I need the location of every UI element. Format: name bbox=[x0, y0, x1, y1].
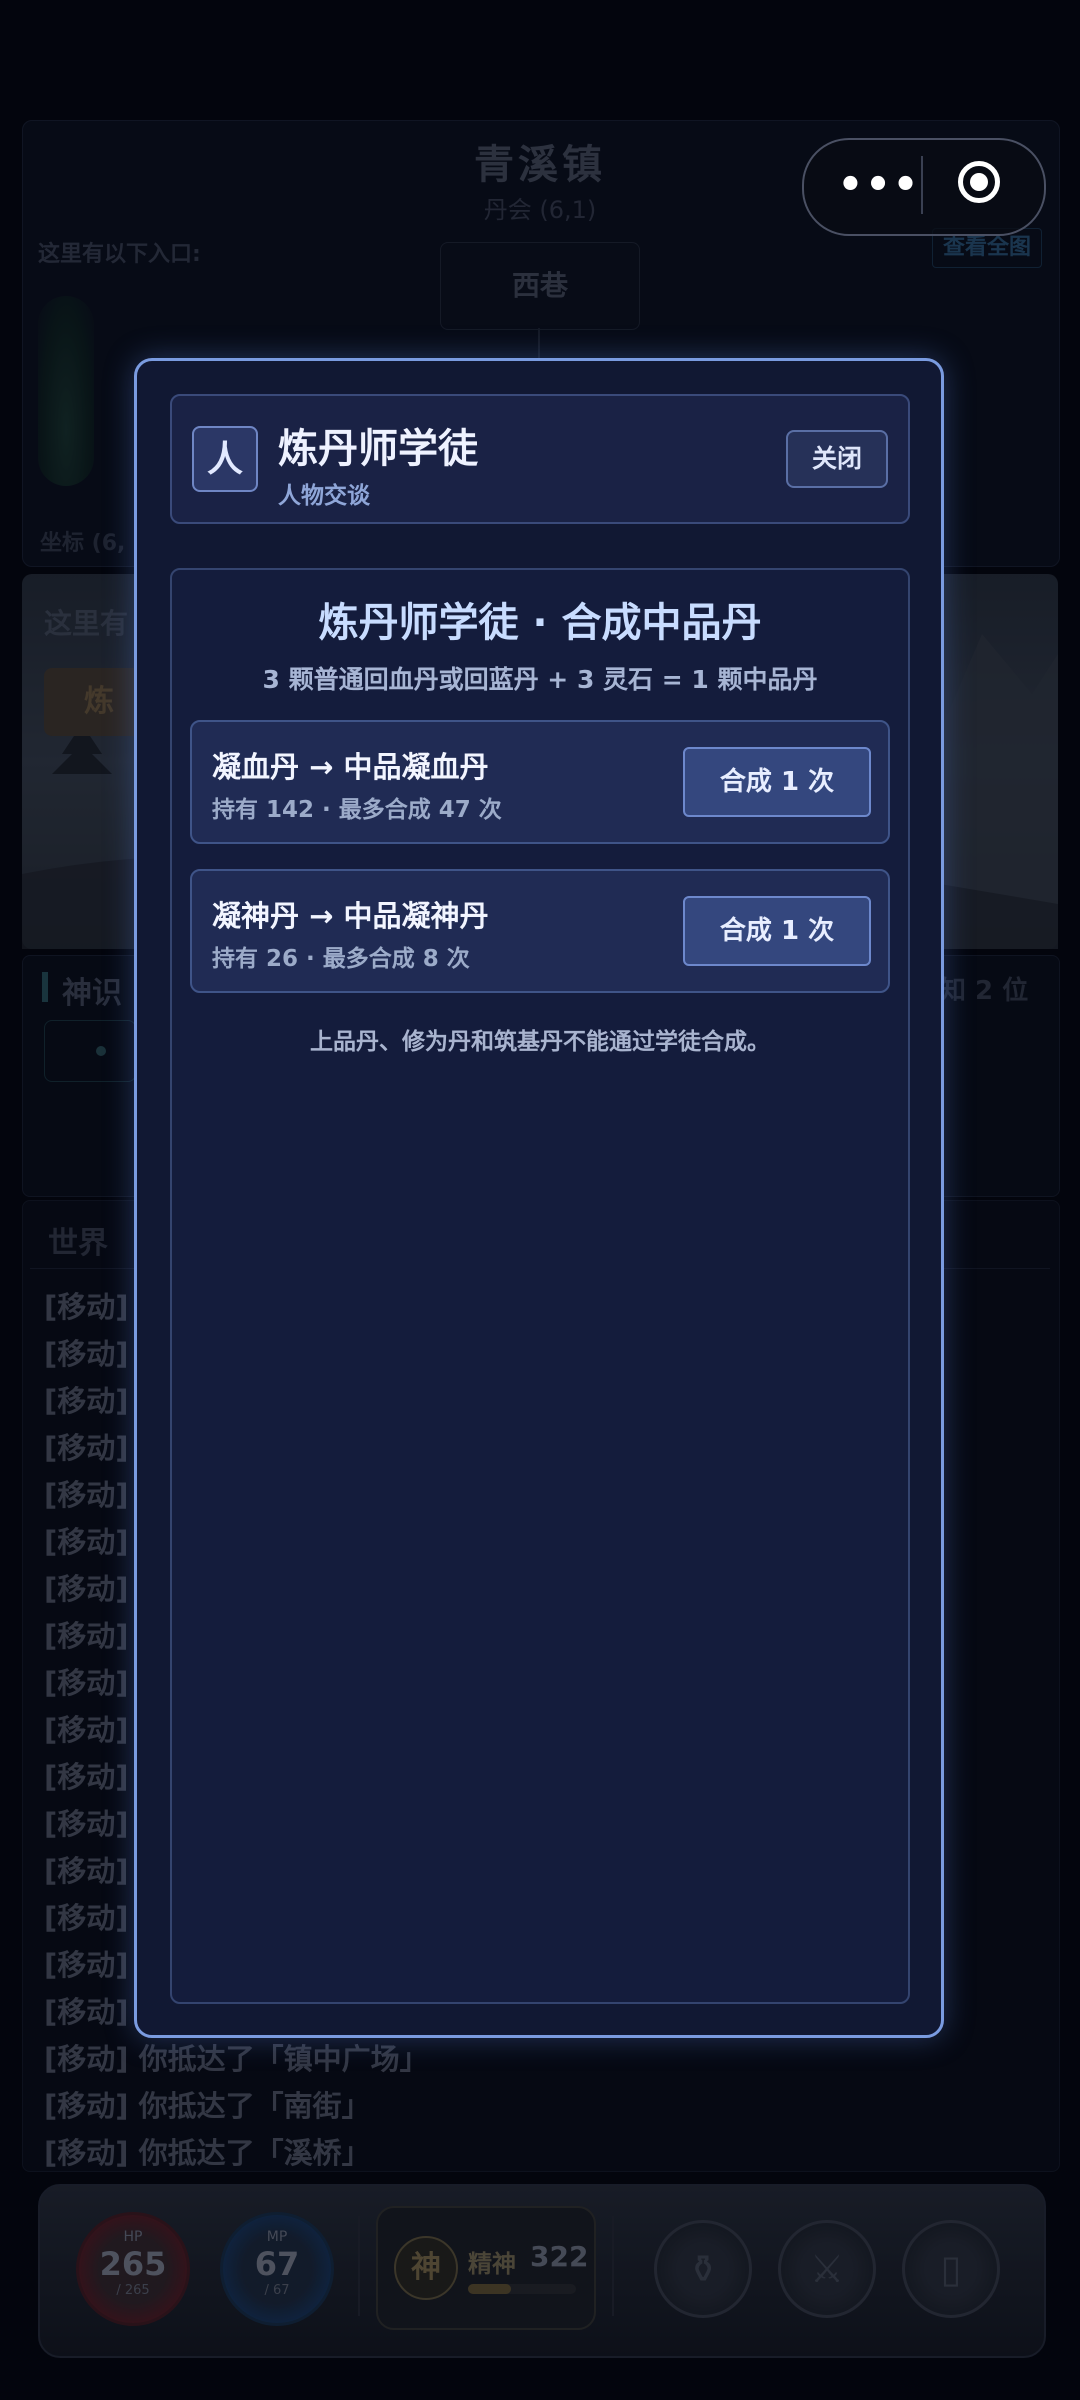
target-circle-dot bbox=[970, 173, 988, 191]
close-button[interactable]: 关闭 bbox=[786, 430, 888, 488]
recipe-info: 持有 142 · 最多合成 47 次 bbox=[212, 797, 502, 823]
recipe-info: 持有 26 · 最多合成 8 次 bbox=[212, 946, 470, 972]
synthesis-title: 炼丹师学徒 · 合成中品丹 bbox=[318, 600, 762, 646]
more-dots-icon[interactable]: ••• bbox=[834, 150, 924, 220]
recipe-name: 凝血丹 → 中品凝血丹 bbox=[212, 750, 489, 784]
synthesis-formula: 3 颗普通回血丹或回蓝丹 + 3 灵石 = 1 颗中品丹 bbox=[262, 665, 818, 694]
synthesize-button[interactable]: 合成 1 次 bbox=[683, 747, 871, 817]
synthesize-button[interactable]: 合成 1 次 bbox=[683, 896, 871, 966]
capsule-divider bbox=[921, 156, 923, 214]
recipe-name: 凝神丹 → 中品凝神丹 bbox=[212, 899, 489, 933]
npc-name: 炼丹师学徒 bbox=[278, 426, 478, 472]
npc-avatar: 人 bbox=[192, 426, 258, 492]
dialog-subtitle: 人物交谈 bbox=[278, 483, 370, 509]
synthesis-note: 上品丹、修为丹和筑基丹不能通过学徒合成。 bbox=[310, 1029, 770, 1055]
